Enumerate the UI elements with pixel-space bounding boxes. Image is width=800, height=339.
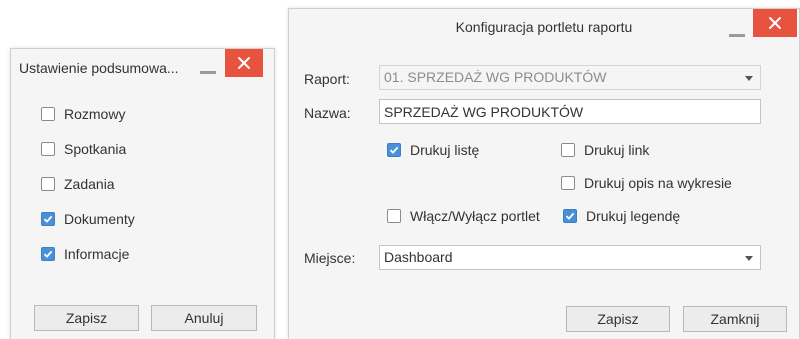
option-dokumenty[interactable]: Dokumenty xyxy=(41,211,135,227)
option-informacje[interactable]: Informacje xyxy=(41,246,129,262)
checkmark-icon xyxy=(389,146,399,154)
option-label: Rozmowy xyxy=(64,106,126,122)
checkbox[interactable] xyxy=(41,107,55,121)
print-list-option[interactable]: Drukuj listę xyxy=(387,142,479,158)
option-label: Drukuj opis na wykresie xyxy=(584,175,732,191)
summary-dialog-titlebar[interactable]: Ustawienie podsumowa... xyxy=(11,49,274,87)
place-select[interactable]: Dashboard xyxy=(379,245,761,270)
close-button[interactable] xyxy=(225,49,263,77)
chevron-down-icon xyxy=(745,76,753,81)
checkbox[interactable] xyxy=(561,143,575,157)
checkmark-icon xyxy=(43,250,53,258)
close-icon xyxy=(769,17,781,29)
portlet-dialog-title: Konfiguracja portletu raportu xyxy=(455,19,633,35)
option-rozmowy[interactable]: Rozmowy xyxy=(41,106,125,122)
toggle-portlet-option[interactable]: Włącz/Wyłącz portlet xyxy=(387,208,540,224)
option-label: Włącz/Wyłącz portlet xyxy=(410,208,540,224)
print-chart-description-option[interactable]: Drukuj opis na wykresie xyxy=(561,175,732,191)
option-label: Drukuj legendę xyxy=(586,208,681,224)
close-button[interactable] xyxy=(753,9,797,37)
summary-settings-dialog: Ustawienie podsumowa... Rozmowy Spotkani… xyxy=(10,48,275,339)
save-button[interactable]: Zapisz xyxy=(34,305,139,331)
minimize-icon[interactable] xyxy=(200,71,216,74)
place-select-value: Dashboard xyxy=(384,249,453,265)
summary-dialog-title: Ustawienie podsumowa... xyxy=(19,60,179,76)
print-link-option[interactable]: Drukuj link xyxy=(561,142,649,158)
report-label: Raport: xyxy=(304,71,350,87)
report-select[interactable]: 01. SPRZEDAŻ WG PRODUKTÓW xyxy=(379,65,761,90)
checkmark-icon xyxy=(43,215,53,223)
chevron-down-icon xyxy=(745,256,753,261)
option-label: Informacje xyxy=(64,246,130,262)
close-icon xyxy=(238,57,250,69)
option-label: Zadania xyxy=(64,176,115,192)
option-label: Drukuj link xyxy=(584,142,650,158)
option-label: Drukuj listę xyxy=(410,142,480,158)
name-label: Nazwa: xyxy=(304,105,351,121)
option-spotkania[interactable]: Spotkania xyxy=(41,141,126,157)
checkbox[interactable] xyxy=(41,142,55,156)
save-button[interactable]: Zapisz xyxy=(566,306,670,332)
checkmark-icon xyxy=(565,212,575,220)
minimize-icon[interactable] xyxy=(729,34,745,37)
checkbox-checked[interactable] xyxy=(387,143,401,157)
checkbox-checked[interactable] xyxy=(41,212,55,226)
report-portlet-config-dialog: Konfiguracja portletu raportu Raport: 01… xyxy=(288,8,800,339)
checkbox-checked[interactable] xyxy=(41,247,55,261)
checkbox[interactable] xyxy=(41,177,55,191)
option-label: Spotkania xyxy=(64,141,127,157)
cancel-button[interactable]: Anuluj xyxy=(151,305,257,331)
name-input[interactable] xyxy=(379,99,761,124)
checkbox[interactable] xyxy=(561,176,575,190)
option-label: Dokumenty xyxy=(64,211,135,227)
print-legend-option[interactable]: Drukuj legendę xyxy=(563,208,680,224)
option-zadania[interactable]: Zadania xyxy=(41,176,115,192)
checkbox[interactable] xyxy=(387,209,401,223)
report-select-value: 01. SPRZEDAŻ WG PRODUKTÓW xyxy=(384,69,607,85)
checkbox-checked[interactable] xyxy=(563,209,577,223)
place-label: Miejsce: xyxy=(304,250,356,266)
close-dialog-button[interactable]: Zamknij xyxy=(683,306,787,332)
portlet-dialog-titlebar[interactable]: Konfiguracja portletu raportu xyxy=(289,9,799,47)
